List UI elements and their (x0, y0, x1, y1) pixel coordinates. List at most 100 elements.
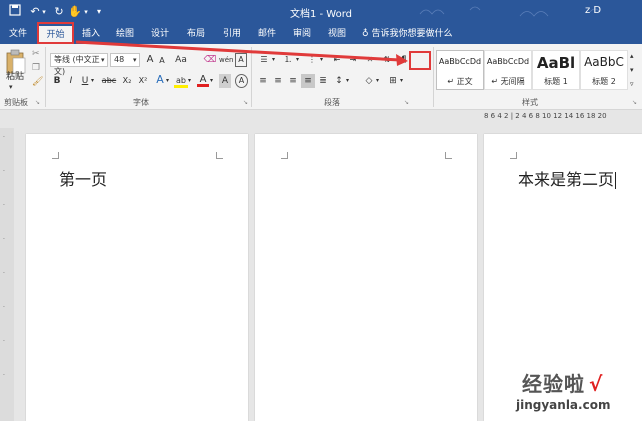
format-painter-icon[interactable]: 🖌 (32, 76, 43, 88)
style-normal[interactable]: AaBbCcDd ↵ 正文 (436, 50, 484, 90)
character-shading-button[interactable]: A (219, 74, 231, 88)
align-center-icon[interactable]: ≡ (271, 74, 285, 88)
page-corner-mark (281, 152, 288, 159)
borders-icon[interactable]: ⊞ (386, 74, 400, 88)
style-name: 标题 1 (544, 77, 568, 86)
watermark-check: √ (589, 372, 604, 396)
numbering-icon[interactable]: ⒈ (280, 53, 296, 67)
highlight-dropdown-icon[interactable]: ▾ (188, 75, 191, 87)
style-heading-2[interactable]: AaBbC 标题 2 (580, 50, 628, 90)
style-sample: AaBbCcDd (438, 57, 482, 66)
tab-insert[interactable]: 插入 (76, 27, 106, 41)
decrease-indent-icon[interactable]: ⇤ (330, 53, 344, 67)
align-left-icon[interactable]: ≡ (256, 74, 270, 88)
ribbon-home: 粘贴 ▾ ✂ ❐ 🖌 剪贴板 ↘ 等线 (中文正文) ▾ 48 ▾ A A Aa… (0, 44, 642, 110)
title-bar: ↶ ▾ ↻ ✋ ▾ ▾ 文档1 - Word z D (0, 0, 642, 24)
subscript-button[interactable]: X₂ (120, 74, 134, 88)
paste-dropdown-icon[interactable]: ▾ (9, 81, 13, 93)
font-color-dropdown-icon[interactable]: ▾ (210, 75, 213, 87)
ribbon-tab-bar: 文件 开始 插入 绘图 设计 布局 引用 邮件 审阅 视图 ♁ 告诉我你想要做什… (0, 24, 642, 44)
bullets-dropdown-icon[interactable]: ▾ (272, 54, 275, 66)
enclose-characters-button[interactable]: A (235, 74, 248, 88)
copy-icon[interactable]: ❐ (32, 62, 40, 74)
page-3-text-line[interactable]: 本来是第二页 (518, 166, 617, 190)
style-no-spacing[interactable]: AaBbCcDd ↵ 无间隔 (484, 50, 532, 90)
styles-scroll-down-icon[interactable]: ▾ (630, 64, 634, 76)
italic-button[interactable]: I (66, 74, 76, 88)
paragraph-launcher-icon[interactable]: ↘ (404, 97, 409, 109)
font-color-button[interactable]: A (197, 73, 209, 87)
shading-icon[interactable]: ◇ (362, 74, 376, 88)
underline-dropdown-icon[interactable]: ▾ (91, 75, 94, 87)
style-name: 标题 2 (592, 77, 616, 86)
document-page-1[interactable]: 第一页 (26, 134, 248, 421)
strikethrough-button[interactable]: abc (100, 74, 118, 88)
tab-layout[interactable]: 布局 (181, 27, 211, 41)
font-name-combo[interactable]: 等线 (中文正文) (50, 53, 108, 76)
user-account[interactable]: z D (585, 5, 601, 16)
cut-icon[interactable]: ✂ (32, 48, 40, 60)
text-effects-button[interactable]: A (154, 73, 166, 87)
page-3-text: 本来是第二页 (518, 170, 615, 189)
increase-indent-icon[interactable]: ⇥ (346, 53, 360, 67)
tab-mailings[interactable]: 邮件 (252, 27, 282, 41)
word-window: ↶ ▾ ↻ ✋ ▾ ▾ 文档1 - Word z D 文件 开始 插入 绘图 设… (0, 0, 642, 421)
line-spacing-dropdown-icon[interactable]: ▾ (346, 75, 349, 87)
watermark-text: 经验啦 √ (522, 368, 603, 397)
change-case-button[interactable]: Aa (172, 53, 190, 67)
tab-view[interactable]: 视图 (322, 27, 352, 41)
line-spacing-icon[interactable]: ↕ (332, 74, 346, 88)
numbering-dropdown-icon[interactable]: ▾ (296, 54, 299, 66)
sort-icon[interactable]: ⇅ (380, 53, 394, 67)
home-tab-highlight-box (37, 22, 74, 44)
style-heading-1[interactable]: AaBl 标题 1 (532, 50, 580, 90)
superscript-button[interactable]: X² (136, 74, 150, 88)
tab-review[interactable]: 审阅 (287, 27, 317, 41)
styles-scroll-up-icon[interactable]: ▴ (630, 50, 634, 62)
align-right-icon[interactable]: ≡ (286, 74, 300, 88)
ruler-tick: · (3, 168, 5, 175)
watermark: 经验啦 √ jingyanla.com (510, 360, 640, 420)
font-launcher-icon[interactable]: ↘ (243, 97, 248, 109)
text-effects-dropdown-icon[interactable]: ▾ (166, 75, 169, 87)
tab-draw[interactable]: 绘图 (110, 27, 140, 41)
page-corner-mark (216, 152, 223, 159)
justify-icon[interactable]: ≡ (301, 74, 315, 88)
styles-more-icon[interactable]: ▿ (630, 78, 634, 90)
document-page-2[interactable] (255, 134, 477, 421)
tab-references[interactable]: 引用 (217, 27, 247, 41)
style-sample: AaBbCcDd (486, 57, 530, 66)
phonetic-guide-button[interactable]: wén (219, 53, 233, 67)
character-border-icon[interactable]: A (235, 53, 247, 67)
borders-dropdown-icon[interactable]: ▾ (400, 75, 403, 87)
font-name-dropdown-icon[interactable]: ▾ (101, 54, 105, 66)
clipboard-launcher-icon[interactable]: ↘ (35, 97, 40, 109)
font-size-dropdown-icon[interactable]: ▾ (133, 54, 137, 66)
grow-font-button[interactable]: A (144, 53, 156, 67)
ruler-tick: · (3, 270, 5, 277)
page-corner-mark (445, 152, 452, 159)
page-1-text[interactable]: 第一页 (59, 166, 107, 190)
bold-button[interactable]: B (52, 74, 62, 88)
text-cursor (615, 172, 617, 189)
shrink-font-button[interactable]: A (157, 54, 167, 68)
multilevel-dropdown-icon[interactable]: ▾ (320, 54, 323, 66)
ruler-tick: · (3, 134, 5, 141)
launcher-highlight-box (409, 51, 431, 70)
bullets-icon[interactable]: ☰ (256, 53, 272, 67)
multilevel-list-icon[interactable]: ⋮ (304, 53, 320, 67)
page-corner-mark (510, 152, 517, 159)
underline-button[interactable]: U (80, 74, 90, 88)
style-sample: AaBbC (584, 55, 624, 69)
chinese-layout-icon[interactable]: ✕ (363, 53, 377, 67)
distributed-icon[interactable]: ≣ (316, 74, 330, 88)
tell-me-search[interactable]: ♁ 告诉我你想要做什么 (362, 27, 452, 41)
highlight-button[interactable]: ab (174, 74, 188, 88)
ruler-tick: · (3, 338, 5, 345)
tab-file[interactable]: 文件 (4, 27, 32, 41)
shading-dropdown-icon[interactable]: ▾ (376, 75, 379, 87)
styles-launcher-icon[interactable]: ↘ (632, 97, 637, 109)
tab-design[interactable]: 设计 (145, 27, 175, 41)
style-name: ↵ 无间隔 (491, 77, 525, 86)
clear-formatting-icon[interactable]: ⌫ (203, 53, 217, 67)
